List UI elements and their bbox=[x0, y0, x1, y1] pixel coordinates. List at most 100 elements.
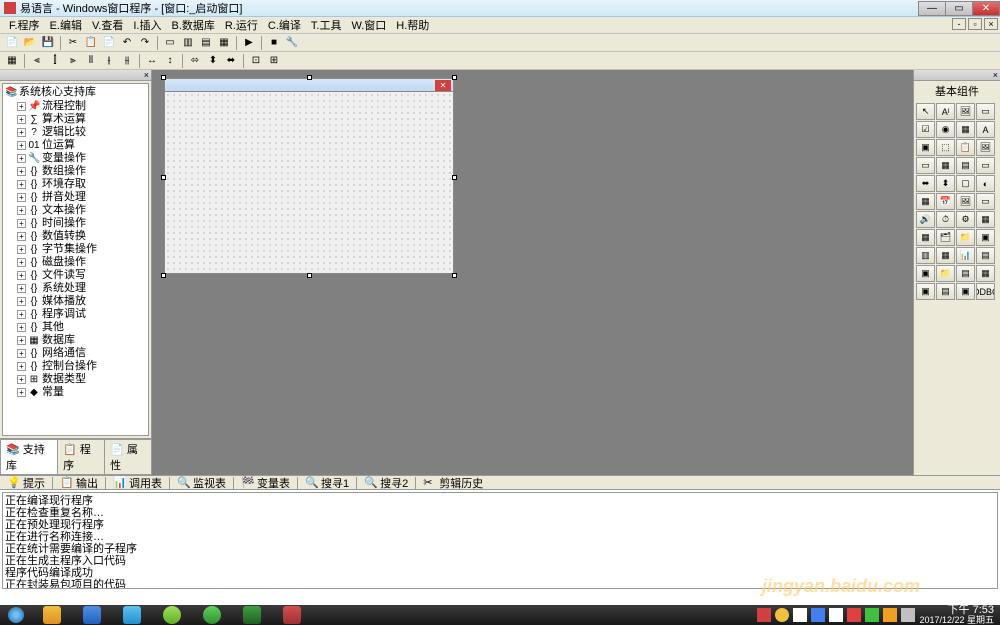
tray-icon[interactable] bbox=[793, 608, 807, 622]
tray-icon[interactable] bbox=[883, 608, 897, 622]
resize-handle[interactable] bbox=[161, 273, 166, 278]
tab-watch[interactable]: 监视表 bbox=[190, 475, 229, 491]
same-height-button[interactable]: ⬍ bbox=[205, 53, 221, 69]
palette-component[interactable]: ▣ bbox=[916, 139, 935, 156]
taskbar-item[interactable] bbox=[32, 605, 72, 625]
tray-icon[interactable] bbox=[811, 608, 825, 622]
palette-component[interactable]: A bbox=[976, 121, 995, 138]
palette-component[interactable]: ☑ bbox=[916, 121, 935, 138]
close-panel-icon[interactable]: × bbox=[993, 70, 998, 80]
palette-component[interactable]: ⏱ bbox=[936, 211, 955, 228]
tray-icon[interactable] bbox=[829, 608, 843, 622]
palette-component[interactable]: ▭ bbox=[976, 157, 995, 174]
library-tree[interactable]: 📚系统核心支持库 +📌流程控制+∑算术运算+?逻辑比较+01位运算+🔧变量操作+… bbox=[2, 83, 149, 436]
palette-component[interactable]: ▦ bbox=[916, 193, 935, 210]
hspace-button[interactable]: ↔ bbox=[144, 53, 160, 69]
align-top-button[interactable]: ⫴ bbox=[83, 53, 99, 69]
layout2-button[interactable]: ▥ bbox=[180, 35, 196, 51]
palette-component[interactable]: ▣ bbox=[916, 265, 935, 282]
tree-node[interactable]: +01位运算 bbox=[17, 139, 146, 152]
center-h-button[interactable]: ⊡ bbox=[248, 53, 264, 69]
tab-output[interactable]: 输出 bbox=[73, 475, 101, 491]
palette-component[interactable]: ▦ bbox=[976, 211, 995, 228]
redo-button[interactable]: ↷ bbox=[137, 35, 153, 51]
layout1-button[interactable]: ▭ bbox=[162, 35, 178, 51]
palette-component[interactable]: ▤ bbox=[956, 265, 975, 282]
tray-icon[interactable] bbox=[847, 608, 861, 622]
palette-component[interactable]: ▭ bbox=[976, 103, 995, 120]
tree-node[interactable]: +{}网络通信 bbox=[17, 347, 146, 360]
taskbar-item[interactable] bbox=[232, 605, 272, 625]
grid-button[interactable]: ▦ bbox=[4, 53, 20, 69]
close-button[interactable]: ✕ bbox=[972, 1, 1000, 16]
palette-component[interactable]: 🖼 bbox=[956, 193, 975, 210]
palette-component[interactable]: ↖ bbox=[916, 103, 935, 120]
taskbar-item[interactable] bbox=[272, 605, 312, 625]
align-right-button[interactable]: ⫸ bbox=[65, 53, 81, 69]
tab-program[interactable]: 📋 程序 bbox=[57, 439, 105, 475]
close-panel-icon[interactable]: × bbox=[144, 70, 149, 80]
tree-node[interactable]: +{}文件读写 bbox=[17, 269, 146, 282]
tab-library[interactable]: 📚 支持库 bbox=[0, 439, 58, 475]
tree-node[interactable]: +🔧变量操作 bbox=[17, 152, 146, 165]
palette-component[interactable]: ▤ bbox=[956, 157, 975, 174]
menu-compile[interactable]: C.编译 bbox=[263, 17, 306, 33]
resize-handle[interactable] bbox=[161, 175, 166, 180]
align-center-button[interactable]: ⫿ bbox=[47, 53, 63, 69]
palette-component[interactable]: 🗂 bbox=[936, 229, 955, 246]
palette-component[interactable]: ▥ bbox=[916, 247, 935, 264]
resize-handle[interactable] bbox=[452, 75, 457, 80]
palette-component[interactable]: 📋 bbox=[956, 139, 975, 156]
palette-component[interactable]: ▣ bbox=[956, 283, 975, 300]
run-button[interactable]: ▶ bbox=[241, 35, 257, 51]
palette-component[interactable]: ODBC bbox=[976, 283, 995, 300]
palette-component[interactable]: ⬚ bbox=[936, 139, 955, 156]
palette-component[interactable]: ▭ bbox=[916, 157, 935, 174]
tab-search2[interactable]: 搜寻2 bbox=[377, 475, 411, 491]
tree-node[interactable]: +{}数值转换 bbox=[17, 230, 146, 243]
tree-node[interactable]: +?逻辑比较 bbox=[17, 126, 146, 139]
menu-database[interactable]: B.数据库 bbox=[166, 17, 219, 33]
tree-node[interactable]: +{}媒体播放 bbox=[17, 295, 146, 308]
tree-node[interactable]: +{}磁盘操作 bbox=[17, 256, 146, 269]
save-button[interactable]: 💾 bbox=[40, 35, 56, 51]
design-window-titlebar[interactable]: ✕ bbox=[164, 78, 454, 92]
align-bottom-button[interactable]: ⫵ bbox=[119, 53, 135, 69]
undo-button[interactable]: ↶ bbox=[119, 35, 135, 51]
palette-component[interactable]: 🖼 bbox=[976, 139, 995, 156]
tray-icon[interactable] bbox=[901, 608, 915, 622]
palette-component[interactable]: ⬌ bbox=[916, 175, 935, 192]
palette-component[interactable]: ▦ bbox=[936, 247, 955, 264]
palette-component[interactable]: ▤ bbox=[936, 283, 955, 300]
taskbar-item[interactable] bbox=[192, 605, 232, 625]
palette-component[interactable]: ▣ bbox=[916, 283, 935, 300]
design-window-body[interactable] bbox=[164, 92, 454, 274]
palette-component[interactable]: ▣ bbox=[976, 229, 995, 246]
palette-component[interactable]: 🔊 bbox=[916, 211, 935, 228]
resize-handle[interactable] bbox=[161, 75, 166, 80]
system-tray[interactable]: 下午 7:53 2017/12/22 星期五 bbox=[757, 605, 1000, 625]
minimize-button[interactable]: — bbox=[918, 1, 946, 16]
mdi-minimize-button[interactable]: - bbox=[952, 18, 966, 30]
palette-component[interactable]: ▢ bbox=[956, 175, 975, 192]
tab-tips[interactable]: 提示 bbox=[20, 475, 48, 491]
resize-handle[interactable] bbox=[307, 273, 312, 278]
resize-handle[interactable] bbox=[307, 75, 312, 80]
menu-edit[interactable]: E.编辑 bbox=[45, 17, 87, 33]
output-panel[interactable]: 正在编译现行程序正在检查重复名称…正在预处理现行程序正在进行名称连接…正在统计需… bbox=[2, 492, 998, 589]
tree-node[interactable]: +{}系统处理 bbox=[17, 282, 146, 295]
tree-node[interactable]: +{}控制台操作 bbox=[17, 360, 146, 373]
resize-handle[interactable] bbox=[452, 175, 457, 180]
tree-node[interactable]: +{}环境存取 bbox=[17, 178, 146, 191]
palette-component[interactable]: ▤ bbox=[976, 247, 995, 264]
tree-node[interactable]: +📌流程控制 bbox=[17, 100, 146, 113]
palette-component[interactable]: ▦ bbox=[956, 121, 975, 138]
tray-icon[interactable] bbox=[865, 608, 879, 622]
palette-component[interactable]: ◉ bbox=[936, 121, 955, 138]
tray-icon[interactable] bbox=[775, 608, 789, 622]
tree-node[interactable]: +▦数据库 bbox=[17, 334, 146, 347]
palette-component[interactable]: ▦ bbox=[976, 265, 995, 282]
palette-component[interactable]: ▦ bbox=[916, 229, 935, 246]
menu-window[interactable]: W.窗口 bbox=[346, 17, 391, 33]
palette-component[interactable]: 🖼 bbox=[956, 103, 975, 120]
